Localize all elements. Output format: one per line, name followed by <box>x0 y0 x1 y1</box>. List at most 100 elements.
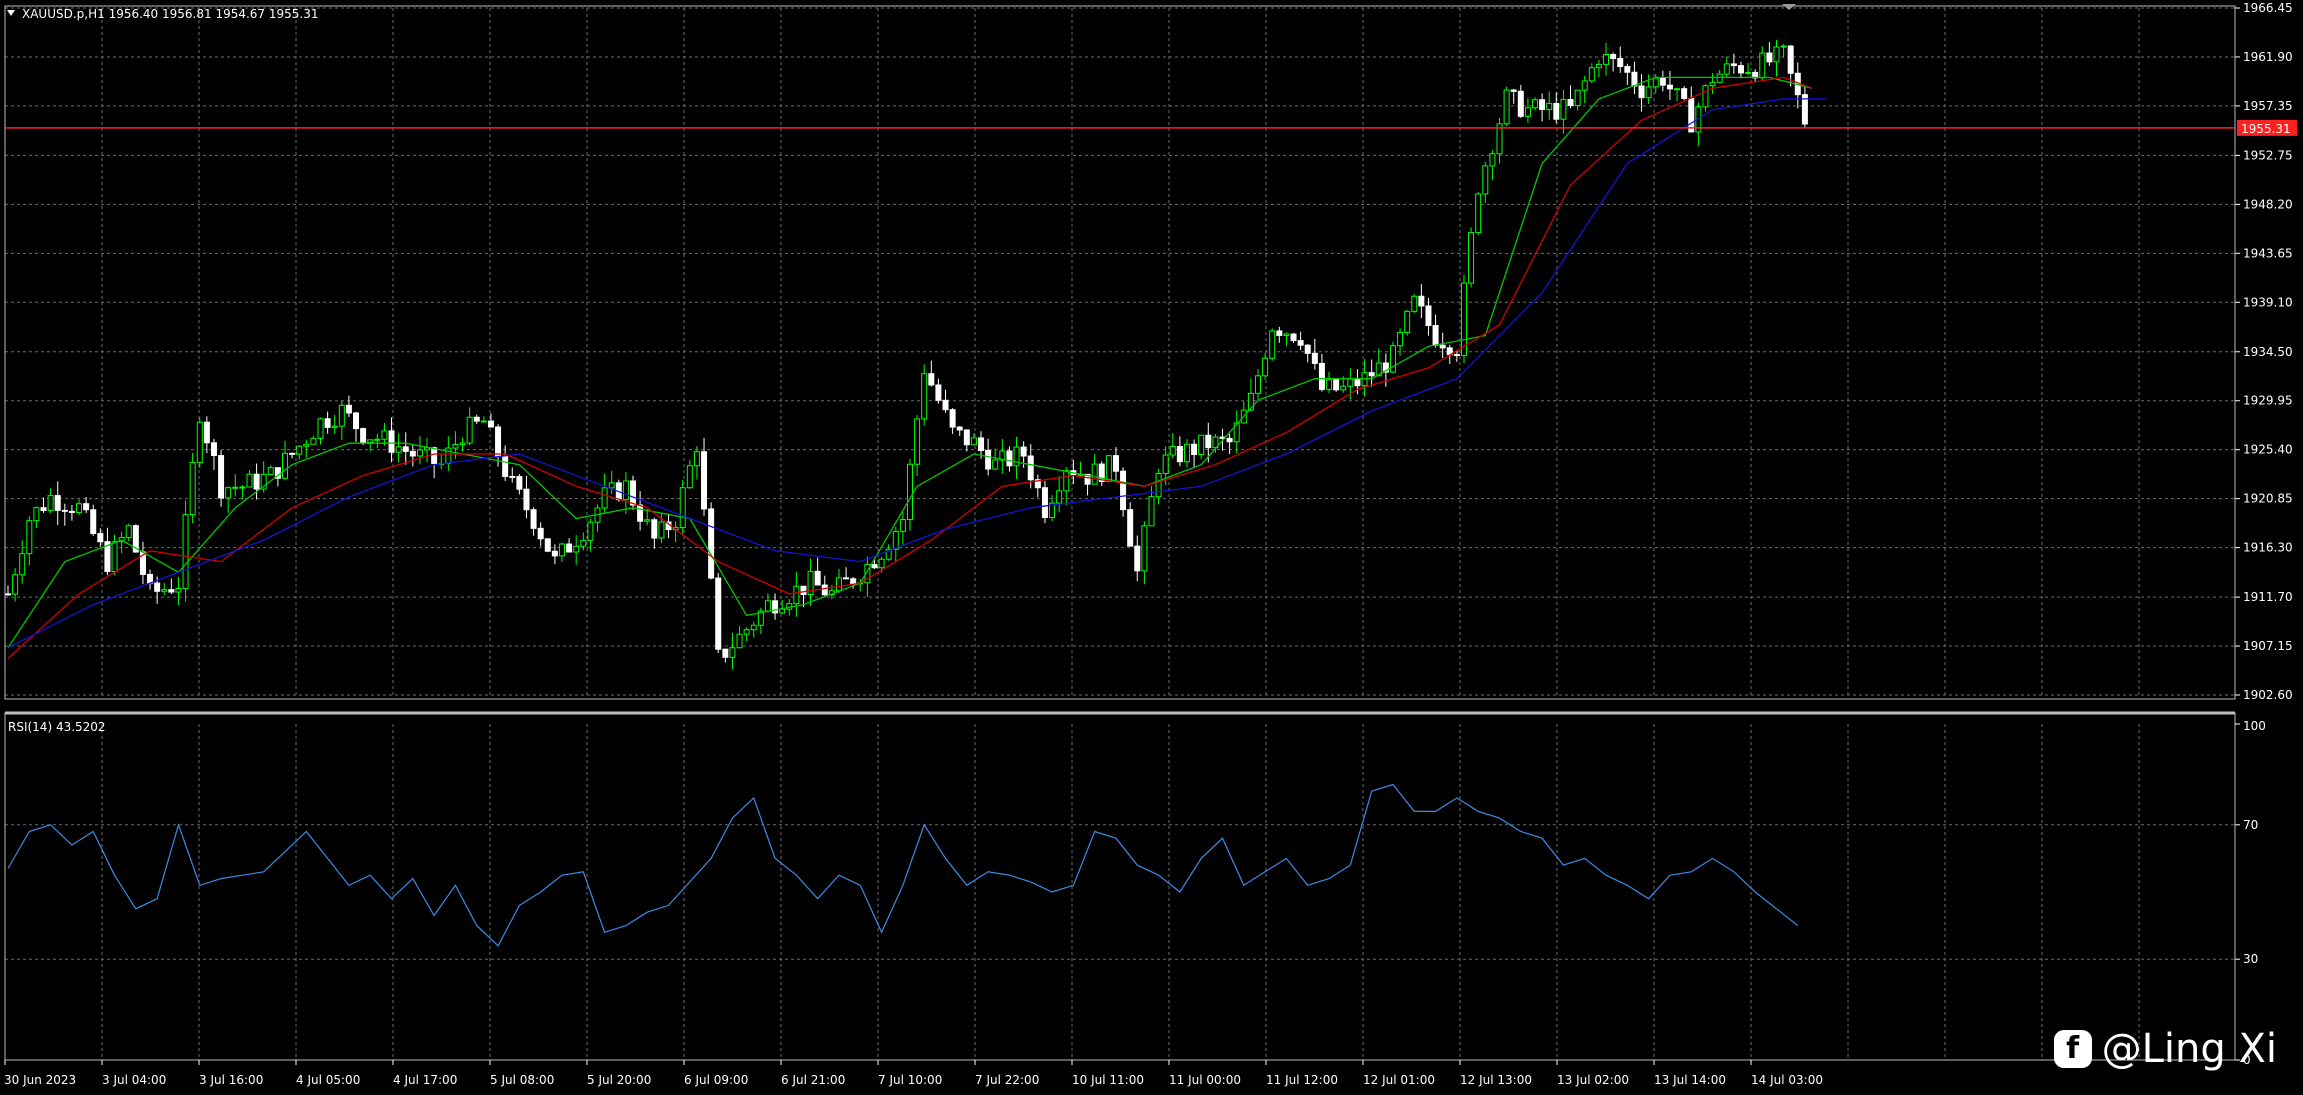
candle-body <box>530 509 537 529</box>
candle-body <box>303 443 310 447</box>
price-tick-label: 1957.35 <box>2243 99 2293 113</box>
candle-body <box>793 585 800 605</box>
candle-body <box>1737 65 1744 74</box>
candle-body <box>353 412 360 430</box>
rsi-header: RSI(14) 43.5202 <box>8 720 106 734</box>
candle-body <box>203 421 210 444</box>
candle-body <box>487 420 494 428</box>
time-tick-label: 30 Jun 2023 <box>4 1073 76 1087</box>
candle-body <box>83 503 90 511</box>
candle-body <box>232 486 239 489</box>
candle-body <box>1020 446 1027 457</box>
candle-body <box>1304 344 1311 354</box>
candle-body <box>1141 525 1148 572</box>
candle-body <box>111 541 118 573</box>
candle-body <box>402 446 409 452</box>
trading-chart[interactable]: 1966.45 1961.90 1957.35 1952.75 1948.20 1943.… <box>0 0 2303 1095</box>
price-tick-label: 1925.40 <box>2243 443 2293 457</box>
candle-body <box>1745 71 1752 74</box>
candle-body <box>1198 434 1205 456</box>
candle-body <box>956 426 963 431</box>
candle-body <box>19 553 26 576</box>
candle-body <box>970 437 977 446</box>
candle-body <box>61 509 68 512</box>
candle-body <box>281 452 288 479</box>
candle-body <box>1290 333 1297 342</box>
candle-body <box>253 473 260 490</box>
candle-body <box>1404 310 1411 333</box>
candle-body <box>1532 99 1539 109</box>
current-price-label: 1955.31 <box>2241 122 2291 136</box>
candle-body <box>1255 375 1262 394</box>
candle-body <box>125 525 132 539</box>
candle-body <box>1517 90 1524 117</box>
candle-body <box>651 519 658 539</box>
candle-body <box>331 425 338 428</box>
candle-body <box>701 451 708 510</box>
candle-body <box>409 450 416 457</box>
candle-body <box>509 475 516 478</box>
time-tick-label: 7 Jul 10:00 <box>878 1073 942 1087</box>
candle-body <box>523 488 530 511</box>
candle-body <box>1759 52 1766 79</box>
candle-body <box>1631 71 1638 87</box>
time-tick-label: 4 Jul 05:00 <box>296 1073 360 1087</box>
candle-body <box>1340 385 1347 391</box>
candle-body <box>1560 98 1567 120</box>
candle-body <box>693 451 700 467</box>
candle-body <box>686 465 693 489</box>
candle-body <box>1666 84 1673 90</box>
candle-body <box>76 503 83 513</box>
candle-body <box>395 446 402 453</box>
candle-body <box>317 418 324 439</box>
candle-body <box>1120 470 1127 511</box>
candle-body <box>743 629 750 635</box>
candle-body <box>1709 81 1716 87</box>
candle-body <box>736 633 743 649</box>
candle-body <box>1681 88 1688 99</box>
candle-body <box>367 439 374 443</box>
time-tick-label: 3 Jul 04:00 <box>102 1073 166 1087</box>
time-tick-label: 5 Jul 08:00 <box>490 1073 554 1087</box>
candle-body <box>878 558 885 569</box>
candle-body <box>1524 107 1531 117</box>
candle-body <box>658 521 665 539</box>
candle-body <box>1269 330 1276 359</box>
candle-body <box>1326 379 1333 390</box>
candle-body <box>1659 77 1666 86</box>
watermark: f @Ling Xi <box>2053 1029 2277 1069</box>
candle-body <box>1112 455 1119 472</box>
candle-body <box>1539 99 1546 110</box>
facebook-icon: f <box>2053 1030 2092 1068</box>
candle-body <box>551 550 558 557</box>
candle-body <box>502 456 509 477</box>
price-tick-label: 1943.65 <box>2243 246 2293 260</box>
candle-body <box>1354 378 1361 387</box>
rsi-tick-label: 30 <box>2243 952 2258 966</box>
price-tick-label: 1911.70 <box>2243 590 2293 604</box>
candle-body <box>679 487 686 528</box>
candle-body <box>544 538 551 552</box>
candle-body <box>473 416 480 422</box>
time-tick-label: 13 Jul 02:00 <box>1557 1073 1629 1087</box>
candle-body <box>1503 89 1510 125</box>
time-tick-label: 3 Jul 16:00 <box>199 1073 263 1087</box>
candle-body <box>1595 63 1602 69</box>
candle-body <box>210 442 217 457</box>
candle-body <box>1610 54 1617 60</box>
candle-body <box>196 421 203 463</box>
candle-body <box>1475 193 1482 234</box>
candle-body <box>764 600 771 612</box>
candle-body <box>963 429 970 446</box>
candle-body <box>899 518 906 532</box>
time-tick-label: 13 Jul 14:00 <box>1654 1073 1726 1087</box>
candle-body <box>978 437 985 451</box>
candle-body <box>1766 52 1773 63</box>
candle-body <box>495 426 502 458</box>
candle-body <box>1368 372 1375 377</box>
candle-body <box>90 509 97 535</box>
candle-body <box>1702 85 1709 108</box>
candle-body <box>928 373 935 386</box>
candle-body <box>1567 98 1574 106</box>
candle-body <box>68 510 75 513</box>
